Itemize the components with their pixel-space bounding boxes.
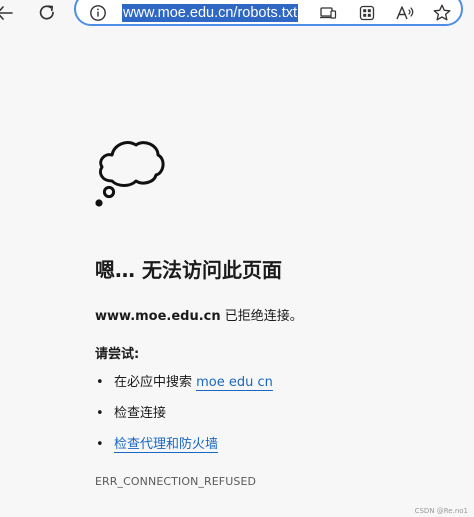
refresh-icon[interactable] [36,2,58,24]
error-message: 已拒绝连接。 [220,309,303,324]
url-text[interactable]: www.moe.edu.cn/robots.txt [122,4,299,22]
error-code: ERR_CONNECTION_REFUSED [95,475,257,488]
url-field[interactable]: www.moe.edu.cn/robots.txt [122,3,299,23]
check-proxy-firewall-link[interactable]: 检查代理和防火墙 [114,437,219,453]
bullet: • [96,375,104,390]
browser-toolbar: www.moe.edu.cn/robots.txt [0,0,474,26]
error-host: www.moe.edu.cn [95,309,221,324]
try-heading: 请尝试: [95,347,140,362]
star-icon[interactable] [432,3,452,23]
bing-search-link[interactable]: moe edu cn [196,375,273,391]
watermark: CSDN @Re.no1 [414,507,468,515]
read-aloud-icon[interactable] [395,3,415,23]
suggestion-search: • 在必应中搜索 moe edu cn [95,371,273,402]
suggestion-search-prefix: 在必应中搜索 [114,375,197,390]
bullet: • [96,437,104,452]
bullet: • [96,406,104,421]
suggestion-check-connection: • 检查连接 [95,402,273,433]
info-icon[interactable] [89,4,107,22]
sad-cloud-icon [94,137,166,209]
suggestion-check-connection-text: 检查连接 [114,406,167,421]
suggestion-check-proxy: • 检查代理和防火墙 [95,433,273,464]
page-title: 嗯… 无法访问此页面 [95,258,282,282]
suggestion-list: • 在必应中搜索 moe edu cn • 检查连接 • 检查代理和防火墙 [95,371,273,464]
error-description: www.moe.edu.cn 已拒绝连接。 [95,305,303,324]
address-bar[interactable]: www.moe.edu.cn/robots.txt [74,0,463,26]
back-arrow-icon[interactable] [0,2,16,24]
device-icon[interactable] [318,3,338,23]
apps-icon[interactable] [357,3,377,23]
